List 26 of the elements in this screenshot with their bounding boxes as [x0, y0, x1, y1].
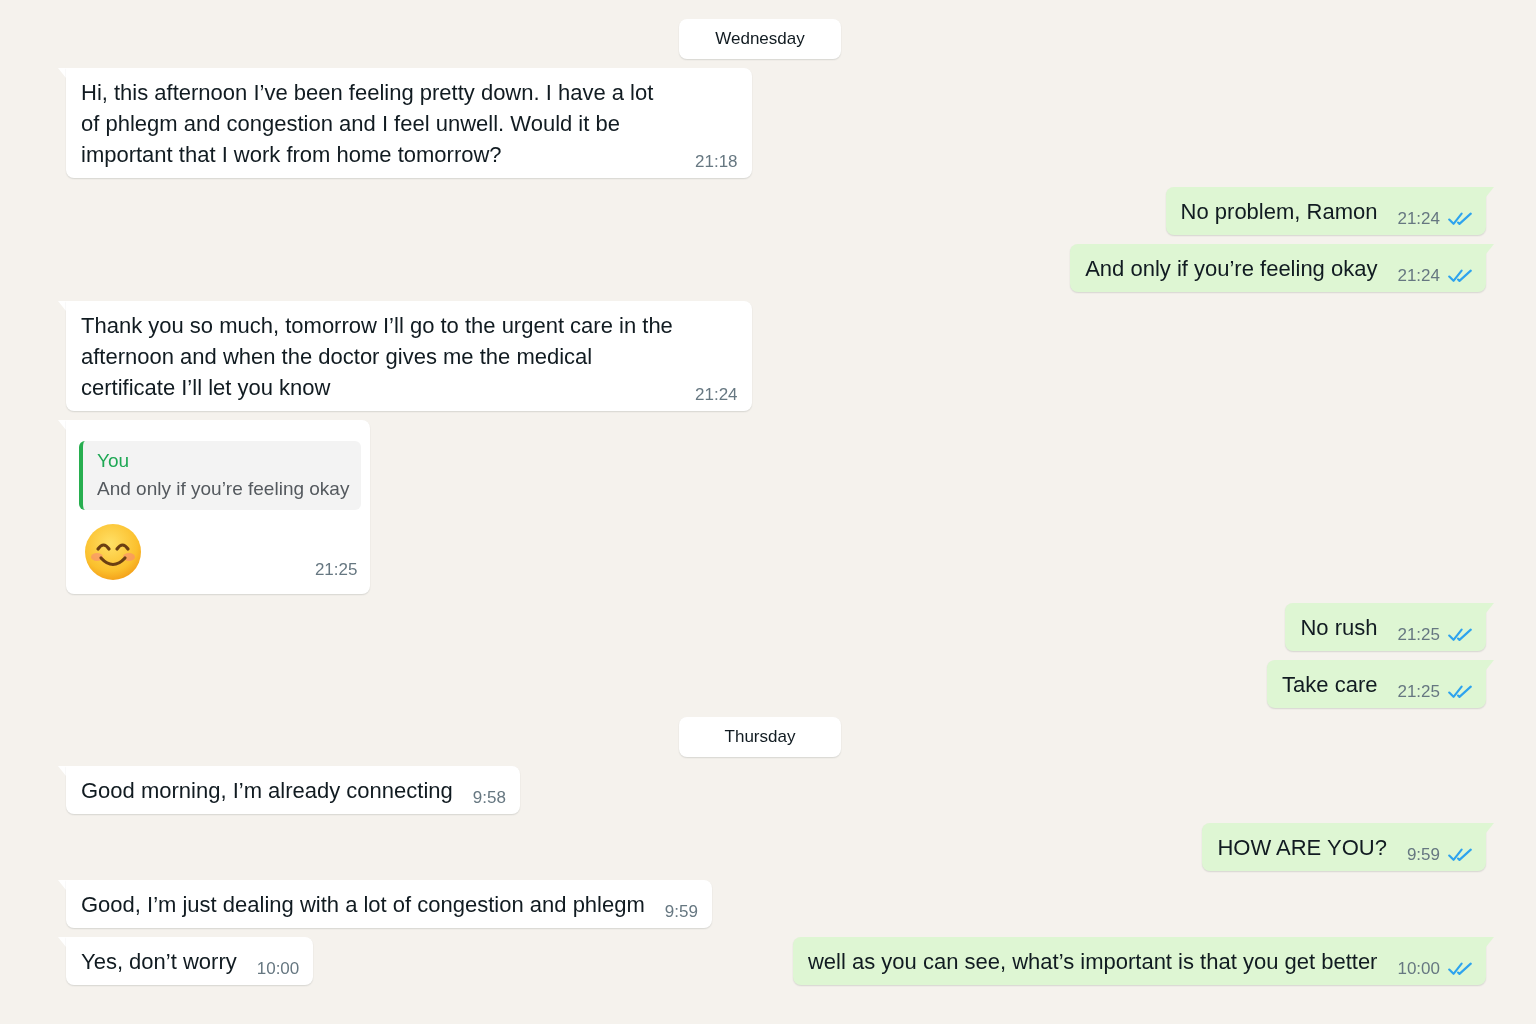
message-time: 10:00	[1397, 959, 1440, 979]
message-text: Good morning, I’m already connecting	[81, 777, 453, 805]
message-time: 21:18	[695, 152, 738, 172]
message-text: No problem, Ramon	[1180, 198, 1378, 226]
message-text: Take care	[1282, 671, 1378, 699]
message-time: 21:24	[1397, 266, 1440, 286]
message-time: 21:24	[695, 385, 738, 405]
message-text: Yes, don’t worry	[81, 948, 237, 976]
quote-text: And only if you’re feeling okay	[97, 478, 350, 500]
message-time: 21:25	[1397, 682, 1440, 702]
message-text: Hi, this afternoon I’ve been feeling pretty down. I have a lot of phlegm and congestion and I feel unwell. Would it be important that I work from home tomorrow?	[81, 79, 655, 169]
quoted-message[interactable]: You And only if you’re feeling okay	[79, 441, 362, 510]
message-time: 21:24	[1397, 209, 1440, 229]
message-text: And only if you’re feeling okay	[1085, 255, 1378, 283]
message-text: Good, I’m just dealing with a lot of congestion and phlegm	[81, 891, 645, 919]
message-text: well as you can see, what’s important is that you get better	[808, 948, 1378, 976]
message-text: HOW ARE YOU?	[1217, 834, 1387, 862]
message-time: 10:00	[256, 959, 300, 979]
message-time: 9:59	[1406, 845, 1440, 865]
message-time: 9:58	[472, 788, 506, 808]
message-time: 21:25	[1397, 625, 1440, 645]
message-time: 21:25	[314, 560, 358, 580]
message-time: 9:59	[664, 902, 698, 922]
quote-author: You	[97, 450, 131, 472]
message-text: No rush	[1300, 614, 1378, 642]
message-text: Thank you so much, tomorrow I’ll go to the urgent care in the afternoon and when the doctor gives me the medical certificate I’ll let you know	[81, 312, 674, 402]
